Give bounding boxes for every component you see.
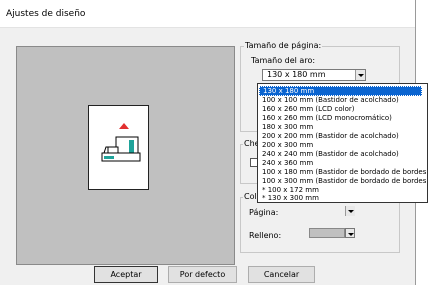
orientation-arrow-icon: [119, 123, 129, 129]
fill-color-picker[interactable]: [309, 227, 355, 239]
hoop-size-select[interactable]: 130 x 180 mm: [262, 69, 366, 81]
dropdown-option[interactable]: 160 x 260 mm (LCD monocromático): [262, 114, 392, 123]
sewing-machine-icon: [101, 136, 141, 162]
page-size-label: Tamaño de página:: [244, 41, 323, 50]
dropdown-option[interactable]: 240 x 240 mm (Bastidor de acolchado): [262, 150, 399, 159]
dropdown-option[interactable]: 100 x 180 mm (Bastidor de bordado de bor…: [262, 168, 427, 177]
chevron-down-icon[interactable]: [345, 228, 355, 238]
dropdown-option[interactable]: 160 x 260 mm (LCD color): [262, 105, 355, 114]
dropdown-option[interactable]: 100 x 300 mm (Bastidor de bordado de bor…: [262, 177, 427, 186]
dropdown-option[interactable]: 200 x 200 mm (Bastidor de acolchado): [262, 132, 399, 141]
cancel-button[interactable]: Cancelar: [248, 266, 315, 283]
dropdown-option[interactable]: 200 x 300 mm: [262, 141, 313, 150]
hoop-size-label: Tamaño del aro:: [251, 56, 316, 65]
dialog-title: Ajustes de diseño: [6, 9, 86, 19]
hoop-size-value: 130 x 180 mm: [267, 70, 326, 79]
dropdown-option[interactable]: 240 x 360 mm: [262, 159, 313, 168]
chevron-down-icon[interactable]: [355, 70, 365, 80]
page-color-label: Página:: [249, 208, 279, 217]
page-color-picker[interactable]: [309, 205, 355, 217]
default-button[interactable]: Por defecto: [168, 266, 237, 283]
fill-color-label: Relleno:: [249, 231, 282, 240]
dropdown-option-selected[interactable]: 130 x 180 mm: [259, 86, 422, 96]
ok-button[interactable]: Aceptar: [94, 266, 158, 283]
dropdown-option[interactable]: 100 x 100 mm (Bastidor de acolchado): [262, 96, 399, 105]
fill-color-swatch: [309, 228, 345, 238]
dropdown-option[interactable]: 180 x 300 mm: [262, 123, 313, 132]
title-bar: Ajustes de diseño: [0, 0, 415, 28]
dropdown-option[interactable]: * 130 x 300 mm: [262, 194, 319, 202]
hoop-size-dropdown[interactable]: 130 x 180 mm 100 x 100 mm (Bastidor de a…: [257, 83, 428, 203]
chevron-down-icon[interactable]: [345, 206, 355, 216]
